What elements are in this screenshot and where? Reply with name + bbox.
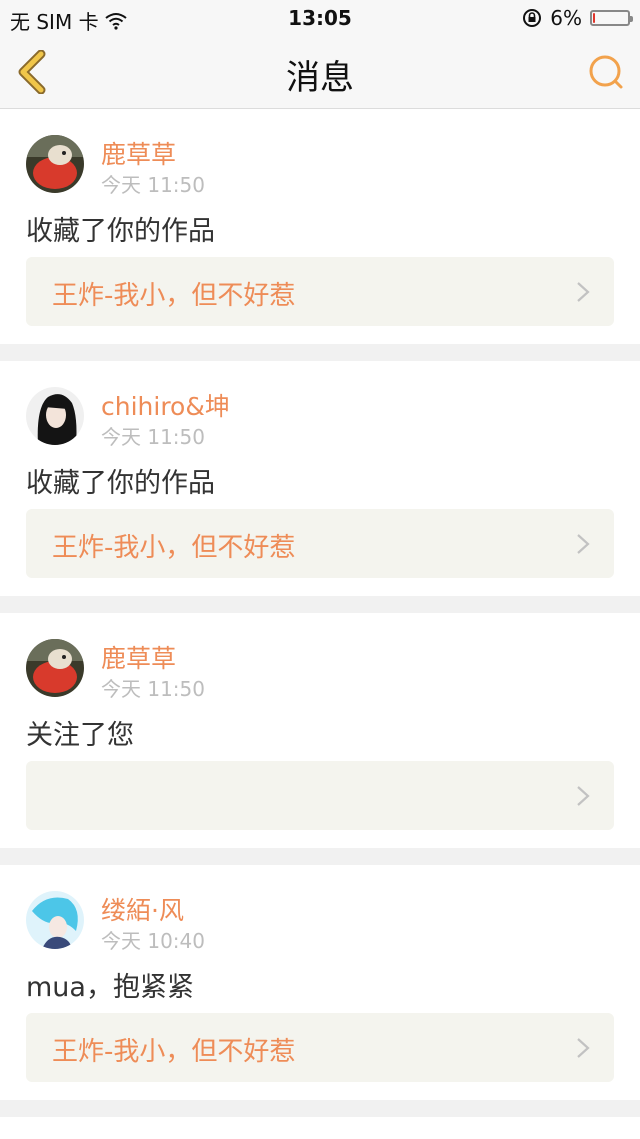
divider bbox=[0, 1100, 640, 1117]
avatar[interactable] bbox=[26, 387, 84, 445]
divider bbox=[0, 596, 640, 613]
message-list: 鹿草草 今天 11:50 收藏了你的作品 王炸-我小，但不好惹 chihiro&… bbox=[0, 109, 640, 1117]
work-title: 王炸-我小，但不好惹 bbox=[52, 1037, 296, 1067]
work-link[interactable]: 王炸-我小，但不好惹 bbox=[26, 509, 614, 578]
work-link[interactable]: 王炸-我小，但不好惹 bbox=[26, 257, 614, 326]
message-text: mua，抱紧紧 bbox=[26, 972, 194, 1003]
work-title: 王炸-我小，但不好惹 bbox=[52, 533, 296, 563]
message-time: 今天 11:50 bbox=[101, 677, 205, 701]
chevron-right-icon bbox=[577, 1038, 590, 1058]
username[interactable]: 缕絔·风 bbox=[101, 891, 184, 927]
username[interactable]: 鹿草草 bbox=[101, 639, 176, 675]
message-card: chihiro&坤 今天 11:50 收藏了你的作品 王炸-我小，但不好惹 bbox=[0, 361, 640, 596]
work-title: 王炸-我小，但不好惹 bbox=[52, 281, 296, 311]
message-time: 今天 11:50 bbox=[101, 173, 205, 197]
message-text: 关注了您 bbox=[26, 720, 134, 751]
status-bar: 无 SIM 卡 13:05 6% bbox=[0, 0, 640, 36]
avatar[interactable] bbox=[26, 891, 84, 949]
message-card: 鹿草草 今天 11:50 关注了您 bbox=[0, 613, 640, 848]
message-text: 收藏了你的作品 bbox=[26, 216, 215, 247]
divider bbox=[0, 344, 640, 361]
search-icon[interactable] bbox=[586, 52, 626, 92]
message-time: 今天 10:40 bbox=[101, 929, 205, 953]
avatar[interactable] bbox=[26, 135, 84, 193]
avatar[interactable] bbox=[26, 639, 84, 697]
username[interactable]: chihiro&坤 bbox=[101, 387, 230, 423]
nav-bar: 消息 bbox=[0, 36, 640, 109]
battery-icon bbox=[590, 10, 633, 26]
message-card: 缕絔·风 今天 10:40 mua，抱紧紧 王炸-我小，但不好惹 bbox=[0, 865, 640, 1100]
page-title: 消息 bbox=[286, 58, 354, 98]
message-card: 鹿草草 今天 11:50 收藏了你的作品 王炸-我小，但不好惹 bbox=[0, 109, 640, 344]
message-text: 收藏了你的作品 bbox=[26, 468, 215, 499]
chevron-right-icon bbox=[577, 786, 590, 806]
divider bbox=[0, 848, 640, 865]
battery-fill bbox=[593, 13, 595, 23]
username[interactable]: 鹿草草 bbox=[101, 135, 176, 171]
work-link[interactable]: 王炸-我小，但不好惹 bbox=[26, 1013, 614, 1082]
chevron-right-icon bbox=[577, 534, 590, 554]
message-time: 今天 11:50 bbox=[101, 425, 205, 449]
orientation-lock-icon bbox=[523, 9, 542, 27]
work-link[interactable] bbox=[26, 761, 614, 830]
status-bar-right: 6% bbox=[522, 6, 633, 30]
chevron-right-icon bbox=[577, 282, 590, 302]
battery-percent: 6% bbox=[550, 6, 582, 30]
